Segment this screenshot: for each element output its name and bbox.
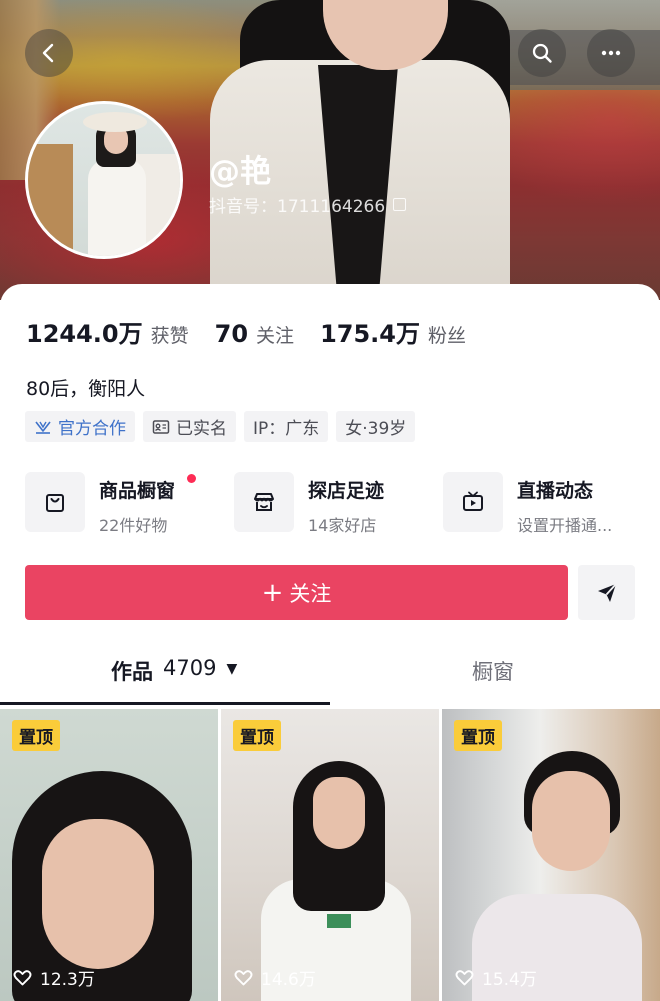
- tag-label: 官方合作: [58, 419, 126, 439]
- tag-label: 女·39岁: [345, 419, 407, 439]
- likes-count[interactable]: 1244.0万: [26, 314, 143, 349]
- tag-label: IP：广东: [253, 419, 320, 439]
- follow-label: 关注: [289, 581, 332, 606]
- more-dots-icon: [601, 50, 621, 56]
- stats-row: 1244.0万 获赞 70 关注 175.4万 粉丝: [26, 314, 492, 349]
- id-card-icon: [152, 419, 170, 434]
- feature-live-updates[interactable]: 直播动态 设置开播通...: [443, 472, 612, 536]
- douyin-id-text: 抖音号：1711164266: [209, 197, 386, 217]
- like-count-text: 14.6万: [261, 970, 316, 990]
- notification-dot: [187, 474, 196, 483]
- search-icon: [532, 43, 552, 63]
- more-button[interactable]: [587, 29, 635, 77]
- tab-shop-window[interactable]: 橱窗: [472, 656, 514, 708]
- feature-store-visits[interactable]: 探店足迹 14家好店: [234, 472, 384, 536]
- followers-count[interactable]: 175.4万: [320, 314, 420, 349]
- pinned-badge: 置顶: [454, 720, 502, 751]
- search-button[interactable]: [518, 29, 566, 77]
- tag-gender-age: 女·39岁: [336, 411, 416, 442]
- tag-label: 已实名: [176, 419, 227, 439]
- heart-icon: [234, 970, 253, 986]
- like-count: 12.3万: [12, 965, 95, 990]
- copy-icon[interactable]: [393, 198, 407, 211]
- bio: 80后，衡阳人: [26, 378, 146, 400]
- official-cooperation-icon: [35, 421, 51, 434]
- tab-indicator: [0, 702, 330, 705]
- follow-button[interactable]: + 关注: [25, 565, 568, 620]
- pinned-badge: 置顶: [233, 720, 281, 751]
- video-thumbnail[interactable]: 置顶 15.4万: [442, 709, 660, 1001]
- like-count-text: 15.4万: [482, 970, 537, 990]
- tab-works[interactable]: 作品 4709 ▼: [111, 656, 237, 708]
- like-count: 15.4万: [454, 965, 537, 990]
- heart-icon: [455, 970, 474, 986]
- following-count[interactable]: 70: [215, 320, 248, 348]
- feature-subtitle: 14家好店: [308, 516, 377, 535]
- video-thumbnail[interactable]: 置顶 14.6万: [221, 709, 439, 1001]
- tv-icon: [463, 491, 483, 511]
- like-count: 14.6万: [233, 965, 316, 990]
- following-label: 关注: [256, 325, 295, 347]
- likes-label: 获赞: [150, 325, 189, 347]
- nickname: @艳: [209, 154, 271, 190]
- plus-icon: +: [261, 577, 284, 608]
- video-grid: 置顶 12.3万 置顶 14.6万 置顶 15.4万: [0, 709, 660, 1001]
- tag-ip-location: IP：广东: [244, 411, 329, 442]
- tab-works-label: 作品: [111, 660, 153, 684]
- storefront-icon: [254, 493, 274, 511]
- feature-title: 探店足迹: [308, 480, 385, 502]
- feature-title: 直播动态: [517, 480, 594, 502]
- feature-row: 商品橱窗 22件好物 探店足迹 14家好店 直播动态 设置开播通...: [25, 472, 645, 536]
- tag-row: 官方合作 已实名 IP：广东 女·39岁: [25, 411, 416, 442]
- send-icon: [597, 582, 617, 602]
- tab-window-label: 橱窗: [472, 660, 514, 684]
- feature-subtitle: 22件好物: [99, 516, 168, 535]
- like-count-text: 12.3万: [40, 970, 95, 990]
- douyin-id[interactable]: 抖音号：1711164266: [209, 192, 407, 217]
- share-button[interactable]: [578, 565, 635, 620]
- caret-down-icon[interactable]: ▼: [226, 661, 237, 677]
- tab-works-count: 4709: [163, 656, 217, 680]
- feature-shop-window[interactable]: 商品橱窗 22件好物: [25, 472, 196, 536]
- shopping-bag-icon: [46, 494, 64, 512]
- back-button[interactable]: [25, 29, 73, 77]
- video-thumbnail[interactable]: 置顶 12.3万: [0, 709, 218, 1001]
- heart-icon: [13, 970, 32, 986]
- content-tabs: 作品 4709 ▼ 橱窗: [0, 656, 660, 708]
- chevron-left-icon: [42, 43, 54, 63]
- feature-title: 商品橱窗: [99, 480, 176, 502]
- followers-label: 粉丝: [427, 325, 466, 347]
- tag-verified[interactable]: 已实名: [143, 411, 236, 442]
- pinned-badge: 置顶: [12, 720, 60, 751]
- feature-subtitle: 设置开播通...: [517, 516, 613, 535]
- tag-official-cooperation[interactable]: 官方合作: [25, 411, 135, 442]
- avatar[interactable]: [25, 101, 183, 259]
